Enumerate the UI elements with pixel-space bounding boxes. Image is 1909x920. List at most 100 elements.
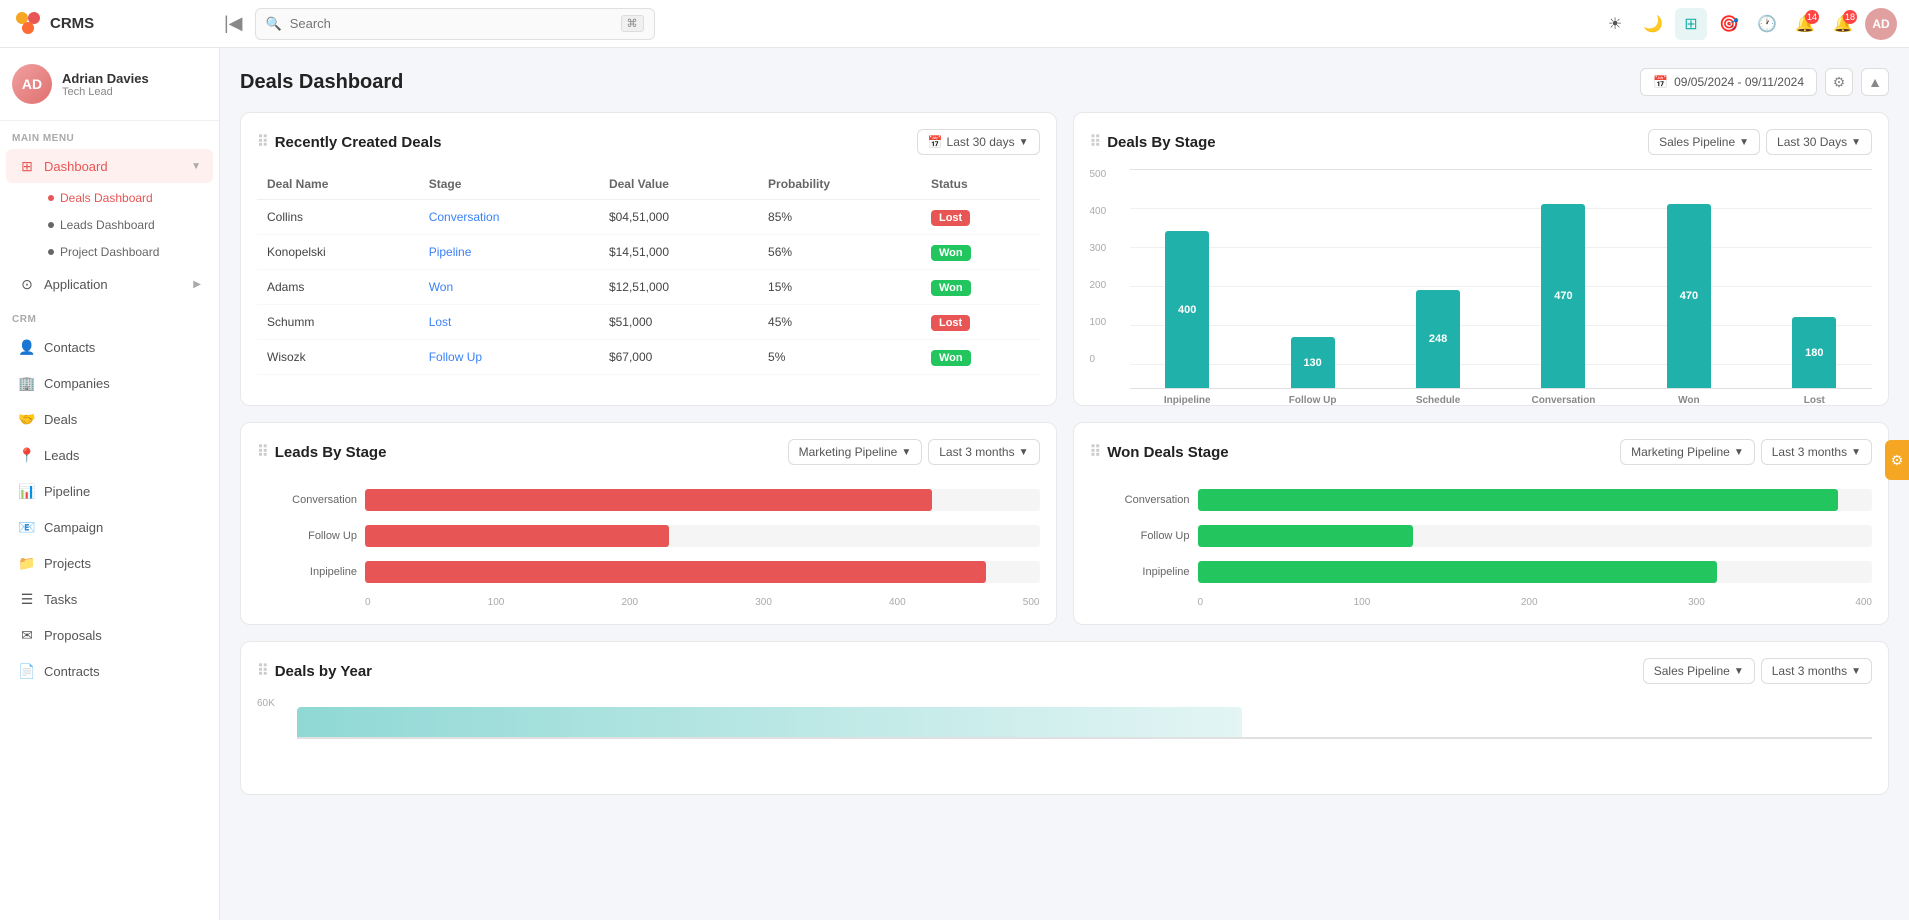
drag-handle-icon-4: ⠿ bbox=[1090, 442, 1102, 462]
deal-probability: 5% bbox=[758, 340, 921, 375]
sidebar-item-leads[interactable]: 📍 Leads bbox=[6, 438, 213, 472]
deal-stage[interactable]: Follow Up bbox=[419, 340, 599, 375]
date-range-btn[interactable]: 📅 09/05/2024 - 09/11/2024 bbox=[1640, 68, 1817, 96]
profile-role: Tech Lead bbox=[62, 86, 149, 98]
won-time-filter[interactable]: Last 3 months ▼ bbox=[1761, 439, 1872, 465]
deal-status: Lost bbox=[921, 200, 1040, 235]
sidebar-item-tasks[interactable]: ☰ Tasks bbox=[6, 582, 213, 616]
deals-by-year-card: ⠿ Deals by Year Sales Pipeline ▼ Last 3 … bbox=[240, 641, 1889, 795]
deal-name: Adams bbox=[257, 270, 419, 305]
x-axis-label: 500 bbox=[1023, 597, 1040, 608]
pipeline-caret: ▼ bbox=[1739, 137, 1749, 148]
recently-created-deals-card: ⠿ Recently Created Deals 📅 Last 30 days … bbox=[240, 112, 1057, 406]
status-badge: Won bbox=[931, 350, 971, 366]
collapse-btn[interactable]: ▲ bbox=[1861, 68, 1889, 96]
deal-status: Won bbox=[921, 340, 1040, 375]
col-deal-value: Deal Value bbox=[599, 169, 758, 200]
leads-label: Leads bbox=[44, 448, 201, 463]
sidebar-item-leads-dashboard[interactable]: Leads Dashboard bbox=[36, 212, 213, 238]
notification-btn-1[interactable]: 🔔 14 bbox=[1789, 8, 1821, 40]
won-pipeline-filter[interactable]: Marketing Pipeline ▼ bbox=[1620, 439, 1755, 465]
dashboard-submenu: Deals Dashboard Leads Dashboard Project … bbox=[30, 184, 219, 266]
sidebar-item-proposals[interactable]: ✉ Proposals bbox=[6, 618, 213, 652]
deal-stage[interactable]: Lost bbox=[419, 305, 599, 340]
deal-name: Collins bbox=[257, 200, 419, 235]
won-time-label: Last 3 months bbox=[1772, 445, 1847, 459]
sidebar-item-deals-dashboard[interactable]: Deals Dashboard bbox=[36, 185, 213, 211]
contacts-icon: 👤 bbox=[18, 338, 36, 356]
user-avatar[interactable]: AD bbox=[1865, 8, 1897, 40]
hbar-track bbox=[365, 489, 1040, 511]
leads-icon: 📍 bbox=[18, 446, 36, 464]
year-pipeline-caret: ▼ bbox=[1734, 666, 1744, 677]
hbar-chart: Conversation Follow Up Inpipeline 010020… bbox=[257, 479, 1040, 608]
hbar-track bbox=[1198, 525, 1873, 547]
year-pipeline-filter[interactable]: Sales Pipeline ▼ bbox=[1643, 658, 1755, 684]
bar: 180 Lost bbox=[1792, 317, 1836, 388]
sidebar-item-contracts[interactable]: 📄 Contracts bbox=[6, 654, 213, 688]
deals-by-year-header: ⠿ Deals by Year Sales Pipeline ▼ Last 3 … bbox=[257, 658, 1872, 684]
leads-pipeline-filter[interactable]: Marketing Pipeline ▼ bbox=[788, 439, 923, 465]
sidebar-item-contacts[interactable]: 👤 Contacts bbox=[6, 330, 213, 364]
sidebar-item-project-dashboard[interactable]: Project Dashboard bbox=[36, 239, 213, 265]
sidebar-toggle-btn[interactable]: |◀ bbox=[220, 9, 247, 38]
tasks-icon: ☰ bbox=[18, 590, 36, 608]
deal-probability: 56% bbox=[758, 235, 921, 270]
deal-value: $14,51,000 bbox=[599, 235, 758, 270]
col-probability: Probability bbox=[758, 169, 921, 200]
calendar-filter-icon: 📅 bbox=[928, 135, 943, 149]
hbar-row: Conversation bbox=[257, 489, 1040, 511]
hbar-row: Follow Up bbox=[1090, 525, 1873, 547]
table-row: Schumm Lost $51,000 45% Lost bbox=[257, 305, 1040, 340]
drag-handle-icon-3: ⠿ bbox=[257, 442, 269, 462]
won-time-caret: ▼ bbox=[1851, 447, 1861, 458]
contracts-label: Contracts bbox=[44, 664, 201, 679]
hbar-label: Follow Up bbox=[257, 530, 357, 542]
tasks-label: Tasks bbox=[44, 592, 201, 607]
bar: 248 Schedule bbox=[1416, 290, 1460, 388]
deals-pipeline-filter[interactable]: Sales Pipeline ▼ bbox=[1648, 129, 1760, 155]
bar-group: 180 Lost bbox=[1757, 193, 1872, 388]
content-header: Deals Dashboard 📅 09/05/2024 - 09/11/202… bbox=[240, 68, 1889, 96]
deal-stage[interactable]: Conversation bbox=[419, 200, 599, 235]
caret-icon: ▼ bbox=[1019, 137, 1029, 148]
deals-time-filter[interactable]: Last 30 Days ▼ bbox=[1766, 129, 1872, 155]
sidebar-item-dashboard[interactable]: ⊞ Dashboard ▼ bbox=[6, 149, 213, 183]
leads-by-stage-chart: Conversation Follow Up Inpipeline 010020… bbox=[257, 479, 1040, 608]
projects-label: Projects bbox=[44, 556, 201, 571]
leads-time-filter[interactable]: Last 3 months ▼ bbox=[928, 439, 1039, 465]
hbar-fill bbox=[1198, 561, 1717, 583]
sidebar-item-pipeline[interactable]: 📊 Pipeline bbox=[6, 474, 213, 508]
settings-tab[interactable]: ⚙ bbox=[1885, 440, 1909, 480]
target-btn[interactable]: 🎯 bbox=[1713, 8, 1745, 40]
x-axis-label: 100 bbox=[488, 597, 505, 608]
refresh-btn[interactable]: ⚙ bbox=[1825, 68, 1853, 96]
calendar-icon: 📅 bbox=[1653, 75, 1668, 89]
won-deals-stage-header: ⠿ Won Deals Stage Marketing Pipeline ▼ L… bbox=[1090, 439, 1873, 465]
search-input[interactable] bbox=[290, 16, 613, 31]
hbar-fill bbox=[1198, 525, 1414, 547]
recently-created-deals-filter[interactable]: 📅 Last 30 days ▼ bbox=[917, 129, 1040, 155]
grid-btn[interactable]: ⊞ bbox=[1675, 8, 1707, 40]
moon-btn[interactable]: 🌙 bbox=[1637, 8, 1669, 40]
sidebar-item-projects[interactable]: 📁 Projects bbox=[6, 546, 213, 580]
deal-stage[interactable]: Won bbox=[419, 270, 599, 305]
hbar-fill bbox=[365, 561, 986, 583]
sidebar-item-companies[interactable]: 🏢 Companies bbox=[6, 366, 213, 400]
recently-created-deals-header: ⠿ Recently Created Deals 📅 Last 30 days … bbox=[257, 129, 1040, 155]
hbar-track bbox=[1198, 561, 1873, 583]
topbar: CRMS |◀ 🔍 ⌘ ☀ 🌙 ⊞ 🎯 🕐 🔔 14 🔔 18 AD bbox=[0, 0, 1909, 48]
profile-section: AD Adrian Davies Tech Lead bbox=[0, 48, 219, 121]
sun-btn[interactable]: ☀ bbox=[1599, 8, 1631, 40]
deal-stage[interactable]: Pipeline bbox=[419, 235, 599, 270]
clock-btn[interactable]: 🕐 bbox=[1751, 8, 1783, 40]
sidebar-item-application[interactable]: ⊙ Application ▶ bbox=[6, 267, 213, 301]
table-row: Wisozk Follow Up $67,000 5% Won bbox=[257, 340, 1040, 375]
year-time-filter[interactable]: Last 3 months ▼ bbox=[1761, 658, 1872, 684]
search-bar[interactable]: 🔍 ⌘ bbox=[255, 8, 655, 40]
sidebar-item-deals[interactable]: 🤝 Deals bbox=[6, 402, 213, 436]
sidebar-item-campaign[interactable]: 📧 Campaign bbox=[6, 510, 213, 544]
bar-group: 130 Follow Up bbox=[1255, 193, 1370, 388]
notification-btn-2[interactable]: 🔔 18 bbox=[1827, 8, 1859, 40]
col-deal-name: Deal Name bbox=[257, 169, 419, 200]
